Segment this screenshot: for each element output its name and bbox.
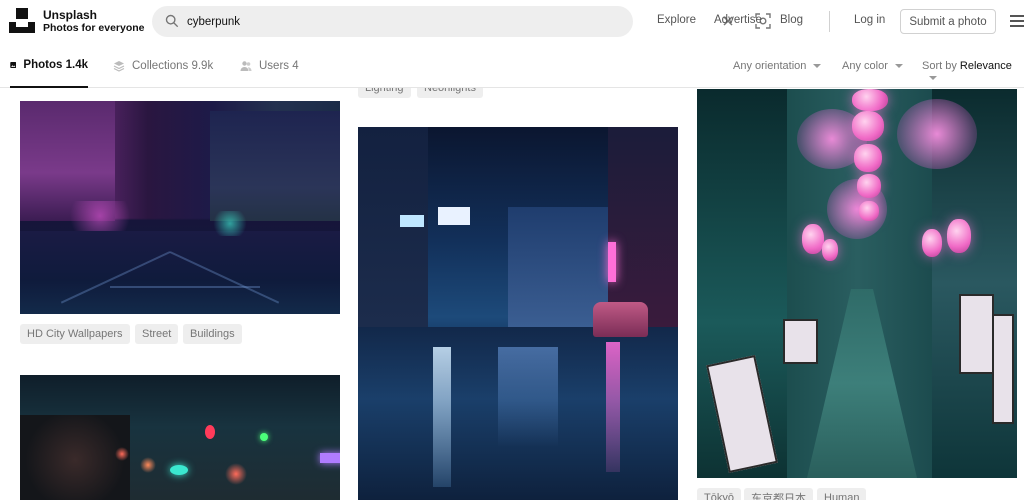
photo-street-lights[interactable] <box>20 375 340 500</box>
chevron-down-icon <box>929 76 937 81</box>
image-icon <box>10 62 17 68</box>
brand-name: Unsplash <box>43 8 98 22</box>
tab-collections-count: 9.9k <box>191 60 214 72</box>
brand[interactable]: Unsplash Photos for everyone <box>43 9 145 35</box>
search-input[interactable] <box>187 12 567 31</box>
hamburger-menu-icon[interactable] <box>1010 15 1024 27</box>
nav-blog-link[interactable]: Blog <box>780 14 803 26</box>
tab-users-count: 4 <box>292 60 299 72</box>
photo-rainy-alley[interactable] <box>358 127 678 500</box>
tag-chip[interactable]: Buildings <box>183 324 242 344</box>
stack-icon <box>113 61 125 72</box>
tag-chip[interactable]: 东京都日本 <box>744 488 813 500</box>
sort-filter[interactable]: Sort by Relevance <box>922 60 1024 84</box>
submit-photo-button[interactable]: Submit a photo <box>900 9 996 34</box>
nav-explore-link[interactable]: Explore <box>657 14 696 26</box>
chevron-down-icon <box>894 64 903 69</box>
tab-photos-count: 1.4k <box>65 59 88 71</box>
search-bar <box>152 6 771 37</box>
color-filter-label: Any color <box>842 60 888 72</box>
header-divider <box>829 11 830 32</box>
tag-chip[interactable]: Street <box>135 324 179 344</box>
unsplash-logo-icon[interactable] <box>9 8 35 33</box>
orientation-filter-label: Any orientation <box>733 60 807 72</box>
color-filter[interactable]: Any color <box>842 60 903 72</box>
sort-prefix: Sort by <box>922 60 957 72</box>
chevron-down-icon <box>813 64 822 69</box>
login-link[interactable]: Log in <box>854 14 885 26</box>
tag-chip[interactable]: Tōkyō <box>697 488 741 500</box>
tab-photos-label: Photos <box>23 59 63 71</box>
tab-collections[interactable]: Collections 9.9k <box>113 44 213 88</box>
tab-users[interactable]: Users 4 <box>240 44 299 88</box>
tab-users-label: Users <box>259 60 290 72</box>
sort-value: Relevance <box>959 60 1012 72</box>
photo-tokyo-alley[interactable] <box>697 89 1017 478</box>
brand-tagline: Photos for everyone <box>43 22 145 34</box>
photo-city-night[interactable] <box>20 101 340 314</box>
tab-collections-label: Collections <box>132 60 189 72</box>
top-header: Unsplash Photos for everyone Explore Adv… <box>0 0 1024 44</box>
users-icon <box>240 61 252 71</box>
tab-photos[interactable]: Photos 1.4k <box>10 44 88 88</box>
nav-advertise-link[interactable]: Advertise <box>714 14 762 26</box>
search-icon[interactable] <box>165 14 179 28</box>
search-tabs-bar: Photos 1.4k Collections 9.9k Users 4 Any… <box>0 44 1024 88</box>
tag-chip[interactable]: Human <box>817 488 867 500</box>
tag-chip[interactable]: HD City Wallpapers <box>20 324 130 344</box>
orientation-filter[interactable]: Any orientation <box>733 60 822 72</box>
